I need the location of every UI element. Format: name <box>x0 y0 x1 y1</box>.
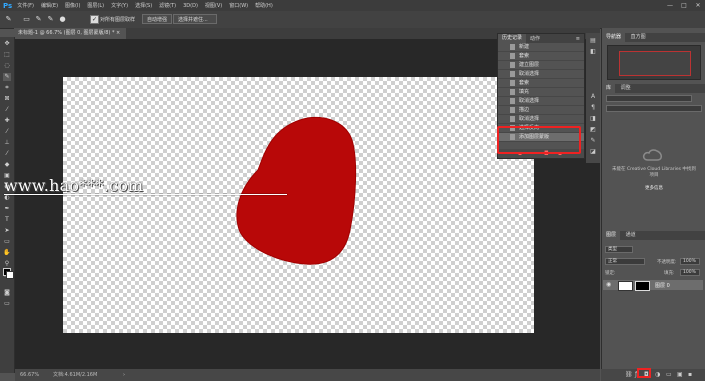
tab-channels[interactable]: 通道 <box>622 231 640 240</box>
properties-panel-icon[interactable]: ◧ <box>589 48 597 56</box>
cc-empty-message: 未能在 Creative Cloud Libraries 中找到项目 <box>612 167 696 178</box>
creative-cloud-icon <box>642 149 662 161</box>
library-search-input[interactable] <box>606 105 702 112</box>
history-item[interactable]: 取消选择 <box>498 70 584 79</box>
clone-panel-icon[interactable]: ◪ <box>589 148 597 156</box>
tab-navigator[interactable]: 导航器 <box>602 33 626 42</box>
highlight-box <box>497 126 581 154</box>
link-layers-icon[interactable]: ⛓ <box>625 371 633 378</box>
history-item[interactable]: 新建 <box>498 43 584 52</box>
layer-row[interactable]: ◉ 图层 0 <box>603 280 703 291</box>
history-item[interactable]: 取消选择 <box>498 115 584 124</box>
eye-icon[interactable]: ◉ <box>606 281 611 288</box>
layer-mask-thumbnail[interactable] <box>635 281 650 291</box>
navigator-thumbnail[interactable] <box>607 45 701 80</box>
watermark-text: www.hao***.com <box>4 176 144 195</box>
zoom-level[interactable]: 66.67% <box>20 369 39 381</box>
layers-tabs: 图层 通道 <box>602 231 705 240</box>
cc-more-info-link[interactable]: 更多信息 <box>612 185 696 191</box>
panel-menu-icon[interactable]: ≡ <box>572 36 584 42</box>
right-panel-dock: 导航器 直方图 库 调整 图层 通道 类型 正常 不透明度: 100% 锁定: … <box>601 28 705 381</box>
library-dropdown[interactable] <box>606 95 692 102</box>
document-icon <box>510 71 515 77</box>
document-icon <box>510 62 515 68</box>
document-icon <box>510 98 515 104</box>
tab-histogram[interactable]: 直方图 <box>627 33 650 42</box>
lock-label: 锁定: <box>605 271 616 276</box>
history-panel-header: 历史记录 动作 ≡ <box>498 34 584 43</box>
tab-libraries[interactable]: 库 <box>602 84 616 93</box>
styles-panel-icon[interactable]: ◩ <box>589 126 597 134</box>
layer-name[interactable]: 图层 0 <box>655 282 670 289</box>
status-arrow-icon[interactable]: › <box>123 369 125 381</box>
brush-panel-icon[interactable]: ✎ <box>589 137 597 145</box>
layer-thumbnail <box>618 281 633 291</box>
history-item[interactable]: 取消选择 <box>498 97 584 106</box>
glyphs-panel-icon[interactable]: ◨ <box>589 115 597 123</box>
paragraph-panel-icon[interactable]: ¶ <box>589 104 597 112</box>
doc-size: 文档:4.61M/2.16M <box>53 372 98 378</box>
document-icon <box>510 89 515 95</box>
delete-layer-icon[interactable]: ▪ <box>688 371 692 378</box>
history-item[interactable]: 描边 <box>498 106 584 115</box>
fill-input[interactable]: 100% <box>680 269 700 276</box>
history-item[interactable]: 套索 <box>498 52 584 61</box>
status-bar: 66.67% 文档:4.61M/2.16M › <box>15 369 600 381</box>
document-icon <box>510 44 515 50</box>
history-item[interactable]: 套索 <box>498 79 584 88</box>
document-icon <box>510 107 515 113</box>
opacity-label: 不透明度: <box>657 260 677 265</box>
watermark-underline <box>4 194 287 195</box>
fill-label: 填充: <box>664 271 675 276</box>
opacity-input[interactable]: 100% <box>680 258 700 265</box>
libraries-tabs: 库 调整 <box>602 84 705 93</box>
new-layer-icon[interactable]: ▣ <box>677 371 683 378</box>
character-panel-icon[interactable]: A <box>589 93 597 101</box>
history-item[interactable]: 填充 <box>498 88 584 97</box>
lasso-icon <box>510 80 515 86</box>
lasso-icon <box>510 53 515 59</box>
document-icon <box>510 116 515 122</box>
navigator-view-box[interactable] <box>619 51 691 76</box>
new-group-icon[interactable]: ▭ <box>666 371 672 378</box>
tab-adjustments[interactable]: 调整 <box>617 84 635 93</box>
tab-layers[interactable]: 图层 <box>602 231 621 240</box>
layers-footer: ⛓ ƒ ◘ ◑ ▭ ▣ ▪ <box>601 369 705 381</box>
adjustment-layer-icon[interactable]: ◑ <box>655 371 660 378</box>
tab-history[interactable]: 历史记录 <box>498 34 527 43</box>
collapsed-panel-column: ▤ ◧ A ¶ ◨ ◩ ✎ ◪ <box>586 33 600 163</box>
history-item[interactable]: 建立图层 <box>498 61 584 70</box>
mask-button-highlight <box>637 368 651 378</box>
history-panel-icon[interactable]: ▤ <box>589 37 597 45</box>
tab-actions[interactable]: 动作 <box>526 35 544 42</box>
layer-kind-filter[interactable]: 类型 <box>605 246 633 253</box>
blend-mode-select[interactable]: 正常 <box>605 258 645 265</box>
navigator-tabs: 导航器 直方图 <box>602 33 705 42</box>
